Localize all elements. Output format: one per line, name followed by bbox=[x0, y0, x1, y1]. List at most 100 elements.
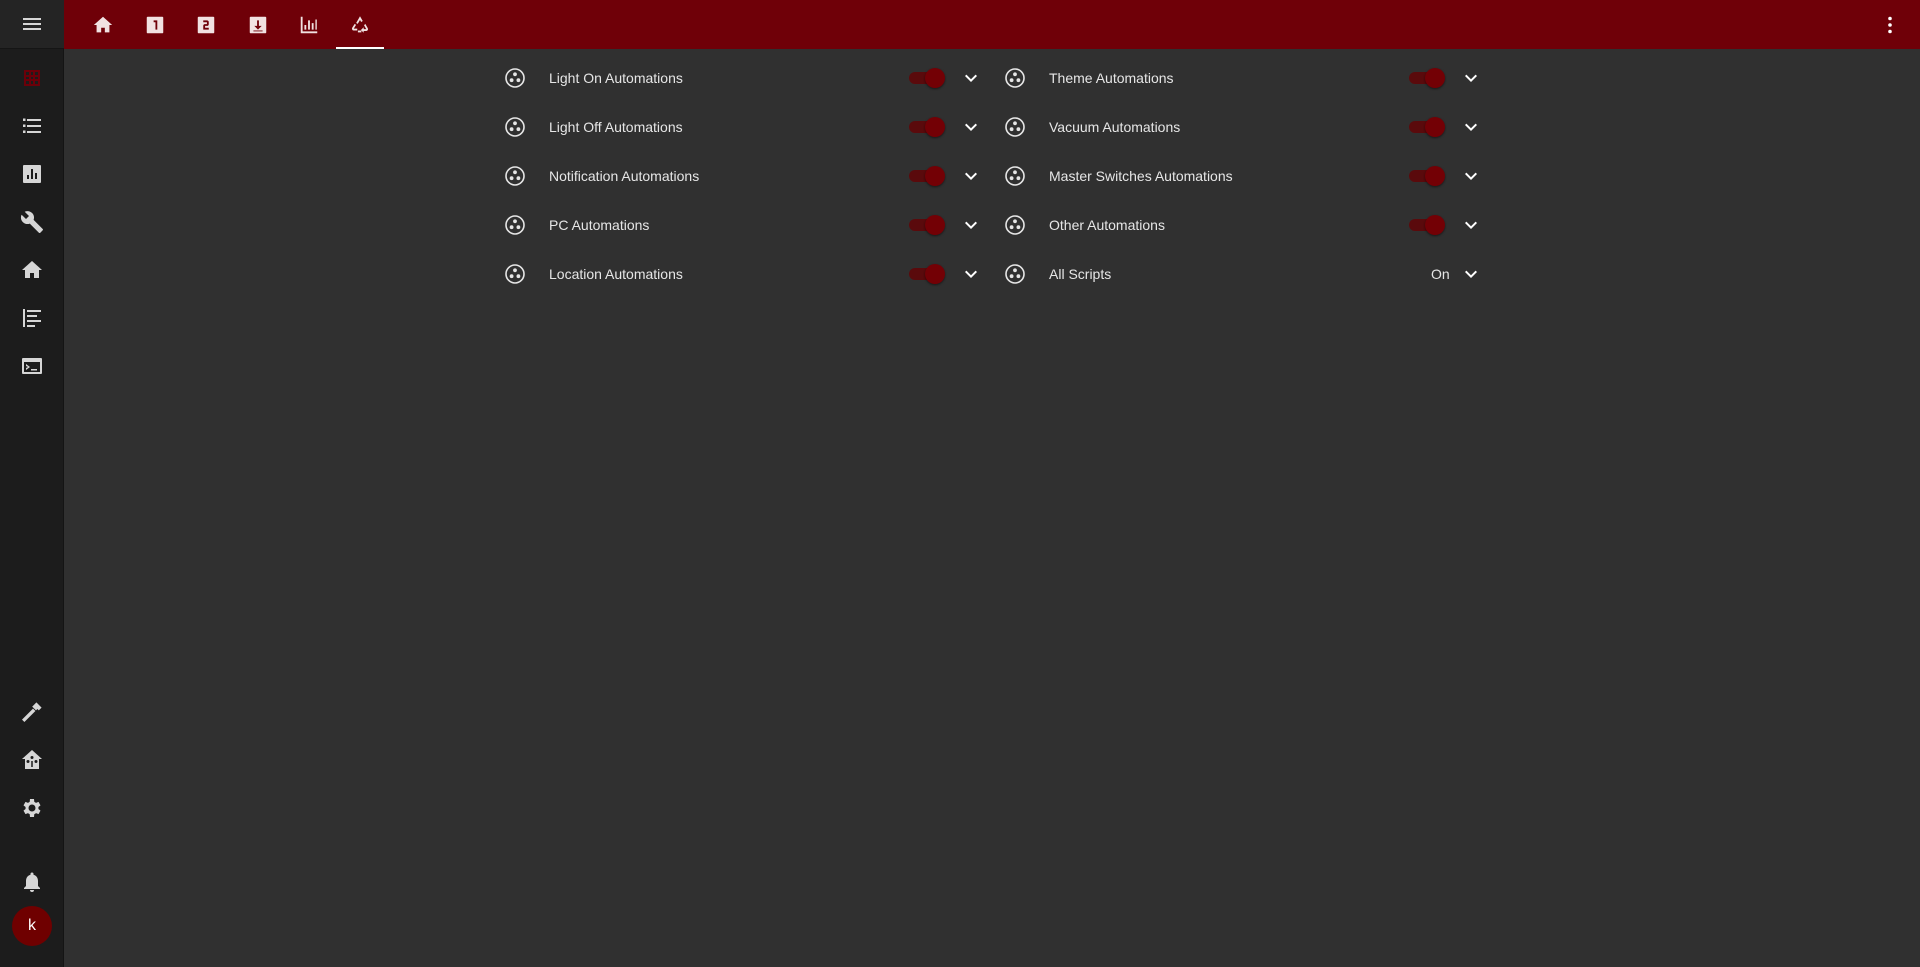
gear-icon bbox=[23, 799, 41, 817]
sidebar: k bbox=[0, 0, 64, 967]
hammer-icon bbox=[22, 702, 42, 722]
entity-label: PC Automations bbox=[549, 217, 650, 233]
entity-label: Vacuum Automations bbox=[1049, 119, 1181, 135]
sidebar-item-home[interactable] bbox=[0, 246, 64, 294]
chevron-down-icon[interactable] bbox=[1459, 115, 1483, 139]
tab-view-1[interactable] bbox=[131, 0, 179, 49]
tab-download[interactable] bbox=[234, 0, 282, 49]
sidebar-item-wrench[interactable] bbox=[0, 198, 64, 246]
header-toolbar bbox=[64, 0, 1920, 49]
chart-box-icon bbox=[23, 165, 41, 183]
toggle-thumb bbox=[925, 117, 945, 137]
bell-icon bbox=[24, 872, 40, 892]
tab-home[interactable] bbox=[79, 0, 127, 49]
toggle-switch[interactable] bbox=[1407, 215, 1445, 235]
toggle-thumb bbox=[1425, 68, 1445, 88]
toggle-switch[interactable] bbox=[907, 264, 945, 284]
entity-label: Light On Automations bbox=[549, 70, 683, 86]
wrench-icon bbox=[20, 211, 43, 233]
entity-row[interactable]: Other Automations bbox=[1003, 205, 1487, 245]
dashboard-grid-icon bbox=[24, 70, 40, 86]
chevron-down-icon[interactable] bbox=[959, 164, 983, 188]
toggle-switch[interactable] bbox=[907, 166, 945, 186]
toggle-switch[interactable] bbox=[907, 117, 945, 137]
entity-row[interactable]: Light Off Automations bbox=[503, 107, 987, 147]
sidebar-item-history[interactable] bbox=[0, 150, 64, 198]
toggle-thumb bbox=[1425, 117, 1445, 137]
tab-recycle[interactable] bbox=[336, 0, 384, 49]
entity-row[interactable]: All Scripts On bbox=[1003, 254, 1487, 294]
entity-row[interactable]: Light On Automations bbox=[503, 58, 987, 98]
toggle-switch[interactable] bbox=[1407, 68, 1445, 88]
sidebar-item-supervisor[interactable] bbox=[0, 736, 64, 784]
chevron-down-icon[interactable] bbox=[1459, 213, 1483, 237]
sidebar-item-logbook[interactable] bbox=[0, 294, 64, 342]
entity-row[interactable]: Master Switches Automations bbox=[1003, 156, 1487, 196]
toggle-thumb bbox=[1425, 215, 1445, 235]
toggle-switch[interactable] bbox=[1407, 166, 1445, 186]
chevron-down-icon[interactable] bbox=[959, 262, 983, 286]
chevron-down-icon[interactable] bbox=[959, 213, 983, 237]
chevron-down-icon[interactable] bbox=[959, 66, 983, 90]
sidebar-item-list[interactable] bbox=[0, 102, 64, 150]
chevron-down-icon[interactable] bbox=[1459, 66, 1483, 90]
group-icon bbox=[503, 115, 527, 139]
tab-view-2[interactable] bbox=[182, 0, 230, 49]
dots-vertical-icon bbox=[1888, 16, 1892, 34]
avatar[interactable]: k bbox=[12, 906, 52, 946]
menu-icon bbox=[23, 18, 41, 30]
chart-bar-icon bbox=[300, 16, 318, 33]
home-assistant-icon bbox=[22, 750, 42, 769]
entity-label: All Scripts bbox=[1049, 266, 1112, 282]
format-list-bars-icon bbox=[23, 309, 41, 327]
chevron-down-icon[interactable] bbox=[1459, 262, 1483, 286]
toggle-thumb bbox=[925, 264, 945, 284]
entity-label: Notification Automations bbox=[549, 168, 700, 184]
sidebar-item-developer-tools[interactable] bbox=[0, 688, 64, 736]
console-icon bbox=[22, 358, 42, 374]
group-icon bbox=[503, 66, 527, 90]
sidebar-item-overview[interactable] bbox=[0, 54, 64, 102]
toggle-thumb bbox=[925, 215, 945, 235]
numeric-1-box-icon bbox=[146, 16, 164, 33]
entity-label: Light Off Automations bbox=[549, 119, 683, 135]
sidebar-item-terminal[interactable] bbox=[0, 342, 64, 390]
toggle-thumb bbox=[1425, 166, 1445, 186]
sidebar-menu-button[interactable] bbox=[0, 0, 64, 49]
entity-row[interactable]: Vacuum Automations bbox=[1003, 107, 1487, 147]
entity-label: Master Switches Automations bbox=[1049, 168, 1233, 184]
sidebar-item-settings[interactable] bbox=[0, 784, 64, 832]
recycle-icon bbox=[351, 15, 369, 33]
toggle-switch[interactable] bbox=[907, 68, 945, 88]
chevron-down-icon[interactable] bbox=[1459, 164, 1483, 188]
group-icon bbox=[1003, 213, 1027, 237]
entity-label: Theme Automations bbox=[1049, 70, 1174, 86]
overflow-menu-button[interactable] bbox=[1878, 13, 1902, 37]
entity-row[interactable]: Theme Automations bbox=[1003, 58, 1487, 98]
entity-label: Other Automations bbox=[1049, 217, 1165, 233]
home-icon bbox=[22, 261, 42, 278]
group-icon bbox=[1003, 262, 1027, 286]
download-box-icon bbox=[249, 16, 267, 33]
group-icon bbox=[1003, 164, 1027, 188]
sidebar-item-notifications[interactable] bbox=[0, 858, 64, 906]
toggle-switch[interactable] bbox=[1407, 117, 1445, 137]
chevron-down-icon[interactable] bbox=[959, 115, 983, 139]
entity-row[interactable]: PC Automations bbox=[503, 205, 987, 245]
numeric-2-box-icon bbox=[197, 16, 215, 33]
home-icon bbox=[93, 16, 113, 32]
state-text: On bbox=[1431, 266, 1450, 282]
entity-row[interactable]: Location Automations bbox=[503, 254, 987, 294]
entity-label: Location Automations bbox=[549, 266, 683, 282]
tab-chart[interactable] bbox=[285, 0, 333, 49]
group-icon bbox=[503, 164, 527, 188]
toggle-switch[interactable] bbox=[907, 215, 945, 235]
toggle-thumb bbox=[925, 166, 945, 186]
group-icon bbox=[503, 213, 527, 237]
avatar-letter: k bbox=[28, 917, 36, 934]
toggle-thumb bbox=[925, 68, 945, 88]
group-icon bbox=[1003, 66, 1027, 90]
format-list-bulleted-icon bbox=[23, 118, 41, 133]
entity-row[interactable]: Notification Automations bbox=[503, 156, 987, 196]
group-icon bbox=[503, 262, 527, 286]
